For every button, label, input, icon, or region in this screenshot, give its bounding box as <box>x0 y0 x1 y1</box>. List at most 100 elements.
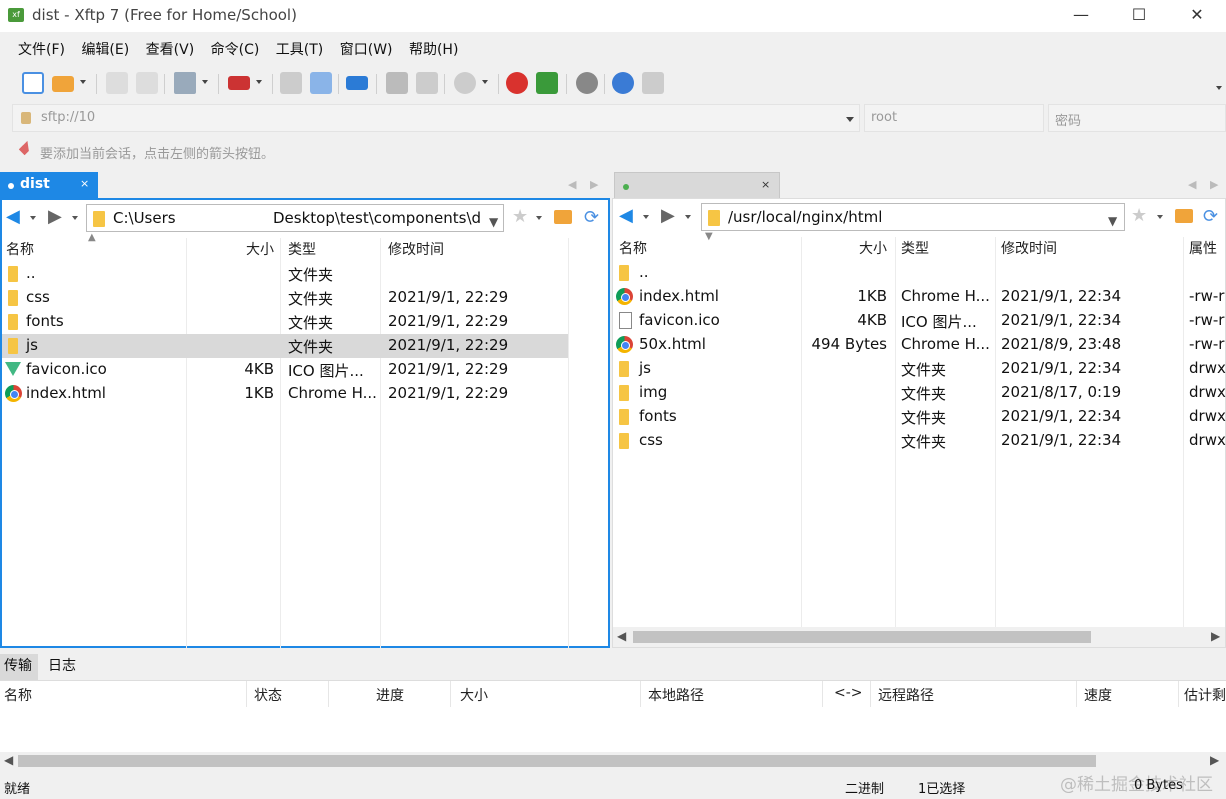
tab-scroll-right-icon[interactable]: ▶ <box>590 178 598 191</box>
favorite-dropdown-icon[interactable] <box>1157 215 1163 219</box>
list-item[interactable]: fonts 文件夹 2021/9/1, 22:29 <box>2 310 608 334</box>
properties-icon[interactable] <box>174 72 196 94</box>
terminal-dropdown-icon[interactable] <box>256 80 262 84</box>
column-header-eta[interactable]: 估计剩 <box>1184 685 1226 705</box>
scroll-thumb[interactable] <box>18 755 1096 767</box>
tab-scroll-right-icon[interactable]: ▶ <box>1210 178 1218 191</box>
list-item[interactable]: favicon.ico 4KB ICO 图片... 2021/9/1, 22:2… <box>2 358 608 382</box>
favorite-dropdown-icon[interactable] <box>536 216 542 220</box>
tab-close-icon[interactable]: × <box>761 178 770 191</box>
refresh-icon[interactable]: ⟳ <box>1203 206 1218 227</box>
scroll-thumb[interactable] <box>633 631 1091 643</box>
column-header-speed[interactable]: 速度 <box>1084 685 1112 705</box>
copy-icon[interactable] <box>386 72 408 94</box>
remote-path-input[interactable]: /usr/local/nginx/html ▼ <box>701 203 1125 231</box>
toolbar-overflow-icon[interactable] <box>1216 86 1222 90</box>
back-dropdown-icon[interactable] <box>30 216 36 220</box>
sync-transfer-icon[interactable] <box>346 76 368 90</box>
column-header-remote-path[interactable]: 远程路径 <box>878 685 934 705</box>
help-icon[interactable] <box>612 72 634 94</box>
column-header-local-path[interactable]: 本地路径 <box>648 685 704 705</box>
menu-edit[interactable]: 编辑(E) <box>81 36 129 64</box>
open-dropdown-icon[interactable] <box>80 80 86 84</box>
column-header-modified[interactable]: 修改时间 <box>1001 237 1057 261</box>
open-folder-icon[interactable] <box>52 76 74 92</box>
list-item[interactable]: fonts 文件夹 2021/9/1, 22:34 drwx <box>613 405 1226 429</box>
chevron-down-icon[interactable]: ▼ <box>1108 214 1117 228</box>
column-header-type[interactable]: 类型 <box>901 237 929 261</box>
list-item[interactable]: favicon.ico 4KB ICO 图片... 2021/9/1, 22:3… <box>613 309 1225 333</box>
forward-dropdown-icon[interactable] <box>72 216 78 220</box>
menu-command[interactable]: 命令(C) <box>211 36 260 64</box>
local-path-input[interactable]: C:\Users Desktop\test\components\d ▼ <box>86 204 504 232</box>
menu-help[interactable]: 帮助(H) <box>409 36 458 64</box>
disconnect-icon[interactable] <box>136 72 158 94</box>
forward-arrow-icon[interactable]: ▶ <box>48 208 62 226</box>
connect-icon[interactable] <box>106 72 128 94</box>
list-item[interactable]: 50x.html 494 Bytes Chrome H... 2021/8/9,… <box>613 333 1225 357</box>
password-field[interactable]: 密码 <box>1048 104 1226 132</box>
tab-local-dist[interactable]: dist × <box>0 172 98 198</box>
scroll-right-icon[interactable]: ▶ <box>1210 753 1219 767</box>
add-session-arrow-icon[interactable] <box>18 140 34 156</box>
home-folder-icon[interactable] <box>554 210 572 224</box>
gear-icon[interactable] <box>576 72 598 94</box>
favorite-star-icon[interactable]: ★ <box>1131 205 1147 226</box>
menu-view[interactable]: 查看(V) <box>146 36 195 64</box>
column-header-name[interactable]: 名称 <box>619 237 647 261</box>
chevron-down-icon[interactable]: ▼ <box>489 215 498 229</box>
column-header-name[interactable]: 名称 <box>4 685 32 705</box>
close-button[interactable]: ✕ <box>1168 0 1226 32</box>
forward-arrow-icon[interactable]: ▶ <box>661 207 675 225</box>
list-item[interactable]: .. 文件夹 <box>2 262 608 286</box>
remote-horizontal-scrollbar[interactable]: ◀ ▶ <box>613 627 1225 647</box>
refresh-icon[interactable]: ⟳ <box>584 207 599 228</box>
new-session-icon[interactable] <box>22 72 44 94</box>
list-item-selected[interactable]: js 文件夹 2021/9/1, 22:29 <box>2 334 568 358</box>
scroll-left-icon[interactable]: ◀ <box>4 753 13 767</box>
tab-transfer[interactable]: 传输 <box>0 654 38 680</box>
tab-log[interactable]: 日志 <box>48 654 76 680</box>
terminal-icon[interactable] <box>228 76 250 90</box>
favorite-star-icon[interactable]: ★ <box>512 206 528 227</box>
xshell-icon[interactable] <box>506 72 528 94</box>
column-header-progress[interactable]: 进度 <box>376 685 404 705</box>
list-item[interactable]: index.html 1KB Chrome H... 2021/9/1, 22:… <box>2 382 608 406</box>
menu-tools[interactable]: 工具(T) <box>276 36 323 64</box>
list-item[interactable]: .. <box>613 261 1225 285</box>
minimize-button[interactable]: — <box>1052 0 1110 32</box>
home-folder-icon[interactable] <box>1175 209 1193 223</box>
tab-scroll-left-icon[interactable]: ◀ <box>568 178 576 191</box>
back-arrow-icon[interactable]: ◀ <box>6 208 20 226</box>
properties-dropdown-icon[interactable] <box>202 80 208 84</box>
xftp-icon[interactable] <box>536 72 558 94</box>
column-header-type[interactable]: 类型 <box>288 238 316 262</box>
username-field[interactable]: root <box>864 104 1044 132</box>
host-input[interactable]: sftp://10 <box>12 104 860 132</box>
back-dropdown-icon[interactable] <box>643 215 649 219</box>
column-header-direction[interactable]: <-> <box>834 685 863 701</box>
list-item[interactable]: js 文件夹 2021/9/1, 22:34 drwx <box>613 357 1226 381</box>
column-header-name[interactable]: 名称 <box>6 238 34 262</box>
column-header-modified[interactable]: 修改时间 <box>388 238 444 262</box>
list-item[interactable]: css 文件夹 2021/9/1, 22:29 <box>2 286 608 310</box>
chevron-down-icon[interactable] <box>846 117 854 122</box>
list-item[interactable]: css 文件夹 2021/9/1, 22:34 drwx <box>613 429 1226 453</box>
forward-dropdown-icon[interactable] <box>685 215 691 219</box>
scroll-left-icon[interactable]: ◀ <box>617 629 626 643</box>
column-header-size[interactable]: 大小 <box>859 237 887 261</box>
column-header-status[interactable]: 状态 <box>254 685 282 705</box>
list-item[interactable]: index.html 1KB Chrome H... 2021/9/1, 22:… <box>613 285 1225 309</box>
globe-dropdown-icon[interactable] <box>482 80 488 84</box>
globe-icon[interactable] <box>454 72 476 94</box>
paste-icon[interactable] <box>416 72 438 94</box>
column-header-attributes[interactable]: 属性 <box>1189 237 1217 261</box>
maximize-button[interactable]: ☐ <box>1110 0 1168 32</box>
menu-window[interactable]: 窗口(W) <box>340 36 393 64</box>
menu-file[interactable]: 文件(F) <box>18 36 65 64</box>
scroll-right-icon[interactable]: ▶ <box>1211 629 1220 643</box>
column-header-size[interactable]: 大小 <box>460 685 488 705</box>
tab-close-icon[interactable]: × <box>80 177 89 190</box>
transfer-horizontal-scrollbar[interactable]: ◀ ▶ <box>0 752 1226 770</box>
back-arrow-icon[interactable]: ◀ <box>619 207 633 225</box>
